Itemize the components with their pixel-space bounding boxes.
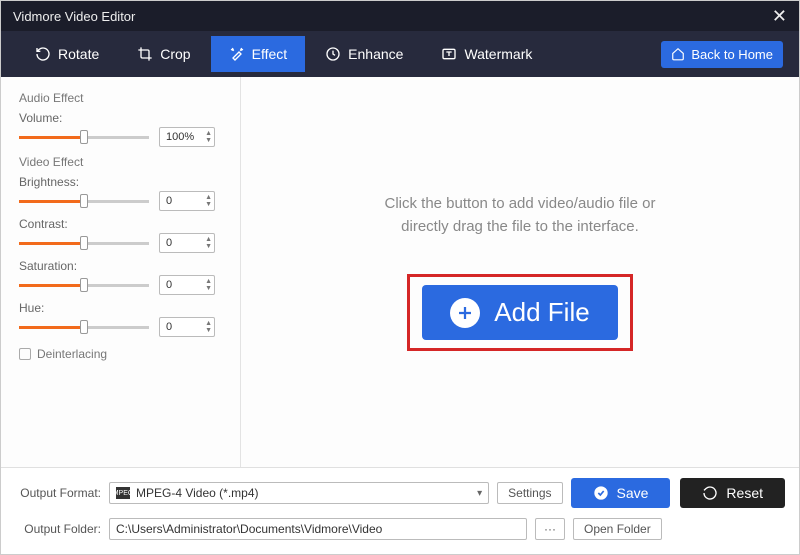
tab-enhance-label: Enhance xyxy=(348,46,403,62)
output-format-combo[interactable]: MPEG MPEG-4 Video (*.mp4) ▾ xyxy=(109,482,489,504)
saturation-value: 0 xyxy=(166,279,172,291)
tab-crop[interactable]: Crop xyxy=(119,36,208,72)
audio-section-title: Audio Effect xyxy=(19,91,222,105)
home-icon xyxy=(671,47,685,61)
brightness-label: Brightness: xyxy=(19,175,222,189)
preview-line2: directly drag the file to the interface. xyxy=(384,216,655,239)
enhance-icon xyxy=(325,46,341,62)
effects-sidebar: Audio Effect Volume: 100% ▲▼ Video Effec… xyxy=(1,77,241,467)
preview-instructions: Click the button to add video/audio file… xyxy=(384,193,655,238)
plus-circle-icon xyxy=(450,298,480,328)
window-title: Vidmore Video Editor xyxy=(13,9,135,24)
tab-rotate[interactable]: Rotate xyxy=(17,36,117,72)
tab-effect-label: Effect xyxy=(252,46,288,62)
save-label: Save xyxy=(617,485,649,501)
reset-button[interactable]: Reset xyxy=(680,478,785,508)
output-format-value: MPEG-4 Video (*.mp4) xyxy=(136,486,259,500)
tab-effect[interactable]: Effect xyxy=(211,36,306,72)
preview-line1: Click the button to add video/audio file… xyxy=(384,193,655,216)
close-icon[interactable]: ✕ xyxy=(772,6,787,27)
brightness-slider[interactable] xyxy=(19,194,149,208)
saturation-slider[interactable] xyxy=(19,278,149,292)
tab-watermark[interactable]: Watermark xyxy=(423,36,550,72)
hue-spinner[interactable]: 0 ▲▼ xyxy=(159,317,215,337)
brightness-spinner[interactable]: 0 ▲▼ xyxy=(159,191,215,211)
tab-enhance[interactable]: Enhance xyxy=(307,36,421,72)
reset-label: Reset xyxy=(726,485,763,501)
effect-icon xyxy=(229,46,245,62)
volume-value: 100% xyxy=(166,131,194,143)
reset-icon xyxy=(702,485,718,501)
settings-label: Settings xyxy=(508,486,551,500)
hue-label: Hue: xyxy=(19,301,222,315)
contrast-slider[interactable] xyxy=(19,236,149,250)
spinner-icon[interactable]: ▲▼ xyxy=(205,131,212,144)
settings-button[interactable]: Settings xyxy=(497,482,562,504)
add-file-label: Add File xyxy=(494,297,589,328)
deinterlacing-label: Deinterlacing xyxy=(37,347,107,361)
hue-slider[interactable] xyxy=(19,320,149,334)
output-format-label: Output Format: xyxy=(15,486,101,500)
open-folder-button[interactable]: Open Folder xyxy=(573,518,662,540)
toolbar: Rotate Crop Effect Enhance Watermark Bac… xyxy=(1,31,799,77)
bottom-bar: Output Format: MPEG MPEG-4 Video (*.mp4) … xyxy=(1,467,799,554)
spinner-icon[interactable]: ▲▼ xyxy=(205,279,212,292)
spinner-icon[interactable]: ▲▼ xyxy=(205,237,212,250)
spinner-icon[interactable]: ▲▼ xyxy=(205,195,212,208)
video-section-title: Video Effect xyxy=(19,155,222,169)
deinterlacing-checkbox[interactable]: Deinterlacing xyxy=(19,347,222,361)
output-folder-label: Output Folder: xyxy=(15,522,101,536)
crop-icon xyxy=(137,46,153,62)
watermark-icon xyxy=(441,46,457,62)
output-folder-field[interactable]: C:\Users\Administrator\Documents\Vidmore… xyxy=(109,518,527,540)
hue-value: 0 xyxy=(166,321,172,333)
output-folder-value: C:\Users\Administrator\Documents\Vidmore… xyxy=(116,522,382,536)
browse-folder-button[interactable]: ··· xyxy=(535,518,565,540)
contrast-spinner[interactable]: 0 ▲▼ xyxy=(159,233,215,253)
volume-spinner[interactable]: 100% ▲▼ xyxy=(159,127,215,147)
open-folder-label: Open Folder xyxy=(584,522,651,536)
volume-label: Volume: xyxy=(19,111,222,125)
add-file-button[interactable]: Add File xyxy=(422,285,617,340)
tab-rotate-label: Rotate xyxy=(58,46,99,62)
rotate-icon xyxy=(35,46,51,62)
main: Audio Effect Volume: 100% ▲▼ Video Effec… xyxy=(1,77,799,467)
spinner-icon[interactable]: ▲▼ xyxy=(205,321,212,334)
browse-label: ··· xyxy=(544,522,556,536)
contrast-label: Contrast: xyxy=(19,217,222,231)
tab-watermark-label: Watermark xyxy=(464,46,532,62)
back-to-home-button[interactable]: Back to Home xyxy=(661,41,783,68)
chevron-down-icon: ▾ xyxy=(477,488,482,499)
saturation-spinner[interactable]: 0 ▲▼ xyxy=(159,275,215,295)
tab-crop-label: Crop xyxy=(160,46,190,62)
brightness-value: 0 xyxy=(166,195,172,207)
preview-pane[interactable]: Click the button to add video/audio file… xyxy=(241,77,799,467)
saturation-label: Saturation: xyxy=(19,259,222,273)
check-circle-icon xyxy=(593,485,609,501)
volume-slider[interactable] xyxy=(19,130,149,144)
back-to-home-label: Back to Home xyxy=(691,47,773,62)
save-button[interactable]: Save xyxy=(571,478,671,508)
titlebar: Vidmore Video Editor ✕ xyxy=(1,1,799,31)
mpeg-icon: MPEG xyxy=(116,487,130,499)
contrast-value: 0 xyxy=(166,237,172,249)
checkbox-icon xyxy=(19,348,31,360)
add-file-highlight: Add File xyxy=(407,274,632,351)
